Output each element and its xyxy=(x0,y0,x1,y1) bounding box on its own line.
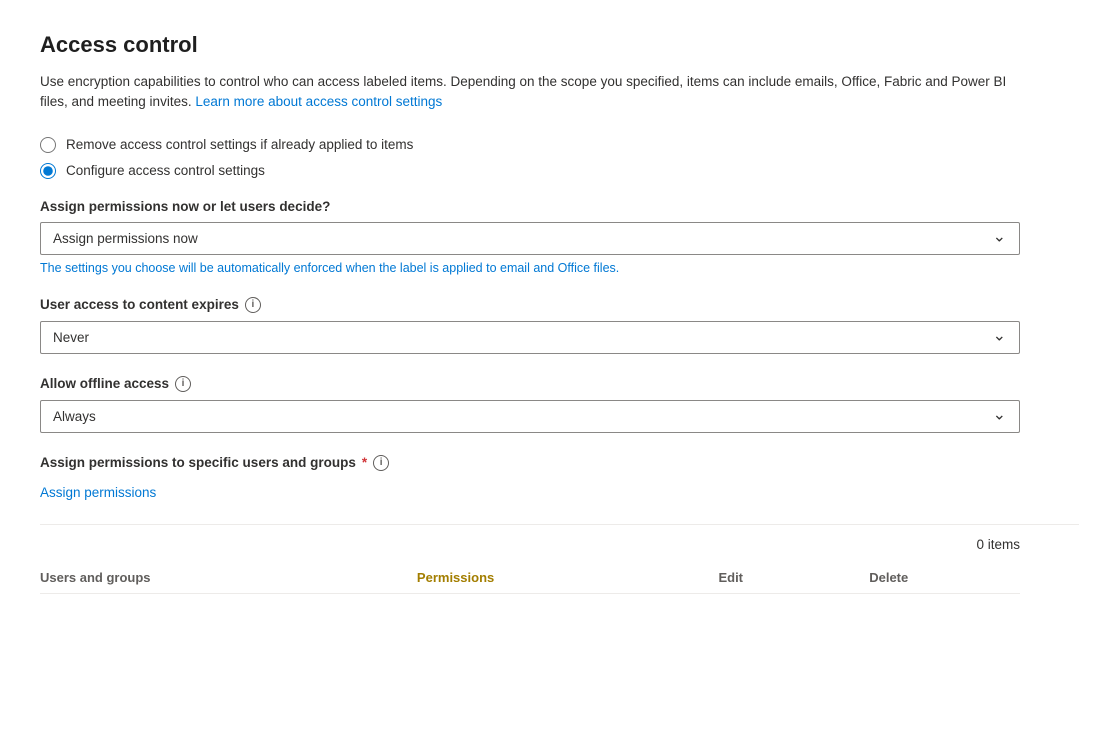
radio-configure[interactable] xyxy=(40,163,56,179)
assign-permissions-label: Assign permissions now or let users deci… xyxy=(40,199,1079,214)
required-asterisk: * xyxy=(362,455,367,470)
assign-permissions-dropdown[interactable]: Assign permissions now Let users assign … xyxy=(40,222,1020,255)
offline-access-dropdown-wrapper: Always Never Only for a number of days xyxy=(40,400,1020,433)
learn-more-link[interactable]: Learn more about access control settings xyxy=(195,94,442,109)
user-access-info-icon: i xyxy=(245,297,261,313)
assign-permissions-hint: The settings you choose will be automati… xyxy=(40,261,1079,275)
radio-option-configure[interactable]: Configure access control settings xyxy=(40,163,1079,179)
table-header: Users and groups Permissions Edit Delete xyxy=(40,562,1020,594)
radio-group: Remove access control settings if alread… xyxy=(40,137,1079,179)
col-delete: Delete xyxy=(869,570,1020,585)
assign-specific-section: Assign permissions to specific users and… xyxy=(40,455,1079,500)
user-access-section: User access to content expires i Never O… xyxy=(40,297,1079,354)
offline-access-dropdown[interactable]: Always Never Only for a number of days xyxy=(40,400,1020,433)
page-title: Access control xyxy=(40,32,1079,58)
assign-permissions-section: Assign permissions now or let users deci… xyxy=(40,199,1079,275)
radio-configure-label: Configure access control settings xyxy=(66,163,265,178)
offline-access-section: Allow offline access i Always Never Only… xyxy=(40,376,1079,433)
user-access-dropdown-wrapper: Never On a specific date A number of day… xyxy=(40,321,1020,354)
col-edit: Edit xyxy=(718,570,869,585)
assign-permissions-link[interactable]: Assign permissions xyxy=(40,485,156,500)
radio-remove[interactable] xyxy=(40,137,56,153)
assign-specific-info-icon: i xyxy=(373,455,389,471)
offline-access-label: Allow offline access i xyxy=(40,376,1079,392)
permissions-table-section: 0 items Users and groups Permissions Edi… xyxy=(40,524,1079,594)
radio-option-remove[interactable]: Remove access control settings if alread… xyxy=(40,137,1079,153)
col-users-groups: Users and groups xyxy=(40,570,417,585)
user-access-dropdown[interactable]: Never On a specific date A number of day… xyxy=(40,321,1020,354)
col-permissions: Permissions xyxy=(417,570,719,585)
user-access-label: User access to content expires i xyxy=(40,297,1079,313)
radio-remove-label: Remove access control settings if alread… xyxy=(66,137,413,152)
offline-access-info-icon: i xyxy=(175,376,191,392)
items-count: 0 items xyxy=(40,537,1020,552)
assign-specific-label: Assign permissions to specific users and… xyxy=(40,455,1079,471)
assign-permissions-dropdown-wrapper: Assign permissions now Let users assign … xyxy=(40,222,1020,255)
page-description: Use encryption capabilities to control w… xyxy=(40,72,1020,113)
